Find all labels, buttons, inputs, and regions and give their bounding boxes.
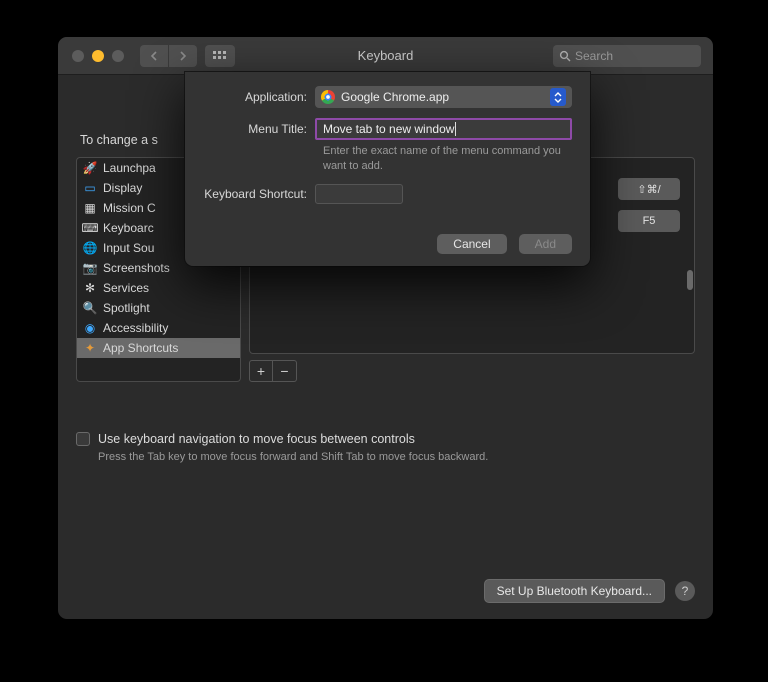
keyboard-nav-checkbox[interactable]: [76, 432, 90, 446]
gear-icon: ✻: [83, 281, 97, 295]
spotlight-icon: 🔍: [83, 301, 97, 315]
back-button[interactable]: [140, 45, 168, 67]
sidebar-item-app-shortcuts[interactable]: ✦App Shortcuts: [77, 338, 240, 358]
help-button[interactable]: ?: [675, 581, 695, 601]
nav-buttons: [140, 45, 197, 67]
app-icon: ✦: [83, 341, 97, 355]
sidebar-item-accessibility[interactable]: ◉Accessibility: [77, 318, 240, 338]
launchpad-icon: 🚀: [83, 161, 97, 175]
search-icon: [559, 50, 571, 62]
minimize-window-button[interactable]: [92, 50, 104, 62]
show-all-button[interactable]: [205, 45, 235, 67]
mission-icon: ▦: [83, 201, 97, 215]
application-label: Application:: [193, 90, 315, 104]
shortcut-label: Keyboard Shortcut:: [193, 187, 315, 201]
menu-title-input[interactable]: Move tab to new window: [315, 118, 572, 140]
keyboard-icon: ⌨: [83, 221, 97, 235]
shortcut-cell-2[interactable]: F5: [618, 210, 680, 232]
setup-bluetooth-button[interactable]: Set Up Bluetooth Keyboard...: [484, 579, 665, 603]
shortcut-cell-1[interactable]: ⇧⌘/: [618, 178, 680, 200]
remove-shortcut-button[interactable]: −: [273, 360, 297, 382]
keyboard-nav-row: Use keyboard navigation to move focus be…: [76, 432, 695, 446]
chevron-left-icon: [150, 51, 158, 61]
sidebar-item-spotlight[interactable]: 🔍Spotlight: [77, 298, 240, 318]
shortcut-values: ⇧⌘/ F5: [618, 178, 680, 232]
menu-title-label: Menu Title:: [193, 122, 315, 136]
camera-icon: 📷: [83, 261, 97, 275]
sidebar-item-services[interactable]: ✻Services: [77, 278, 240, 298]
chrome-icon: [321, 90, 335, 104]
zoom-window-button[interactable]: [112, 50, 124, 62]
add-shortcut-sheet: Application: Google Chrome.app Menu Titl…: [185, 72, 590, 266]
keyboard-nav-hint: Press the Tab key to move focus forward …: [98, 451, 695, 463]
shortcut-input[interactable]: [315, 184, 403, 204]
keyboard-nav-label: Use keyboard navigation to move focus be…: [98, 432, 415, 446]
application-value: Google Chrome.app: [341, 90, 449, 104]
footer: Set Up Bluetooth Keyboard... ?: [76, 563, 695, 603]
add-button[interactable]: Add: [519, 234, 572, 254]
search-placeholder: Search: [575, 49, 613, 63]
shortcut-row: Keyboard Shortcut:: [193, 184, 572, 204]
search-field[interactable]: Search: [553, 45, 701, 67]
add-shortcut-button[interactable]: +: [249, 360, 273, 382]
accessibility-icon: ◉: [83, 321, 97, 335]
display-icon: ▭: [83, 181, 97, 195]
forward-button[interactable]: [169, 45, 197, 67]
titlebar: Keyboard Search: [58, 37, 713, 75]
grid-icon: [213, 51, 227, 61]
application-row: Application: Google Chrome.app: [193, 86, 572, 108]
text-cursor: [455, 122, 456, 136]
traffic-lights: [72, 50, 124, 62]
menu-title-row: Menu Title: Move tab to new window: [193, 118, 572, 140]
select-arrows-icon: [550, 88, 566, 106]
application-select[interactable]: Google Chrome.app: [315, 86, 572, 108]
menu-title-value: Move tab to new window: [323, 122, 454, 136]
chevron-right-icon: [179, 51, 187, 61]
input-icon: 🌐: [83, 241, 97, 255]
close-window-button[interactable]: [72, 50, 84, 62]
menu-title-hint: Enter the exact name of the menu command…: [323, 144, 572, 174]
scroll-thumb[interactable]: [687, 270, 693, 290]
add-remove-bar: + −: [249, 360, 695, 382]
scrollbar[interactable]: [685, 158, 695, 353]
sheet-buttons: Cancel Add: [437, 234, 572, 254]
cancel-button[interactable]: Cancel: [437, 234, 506, 254]
